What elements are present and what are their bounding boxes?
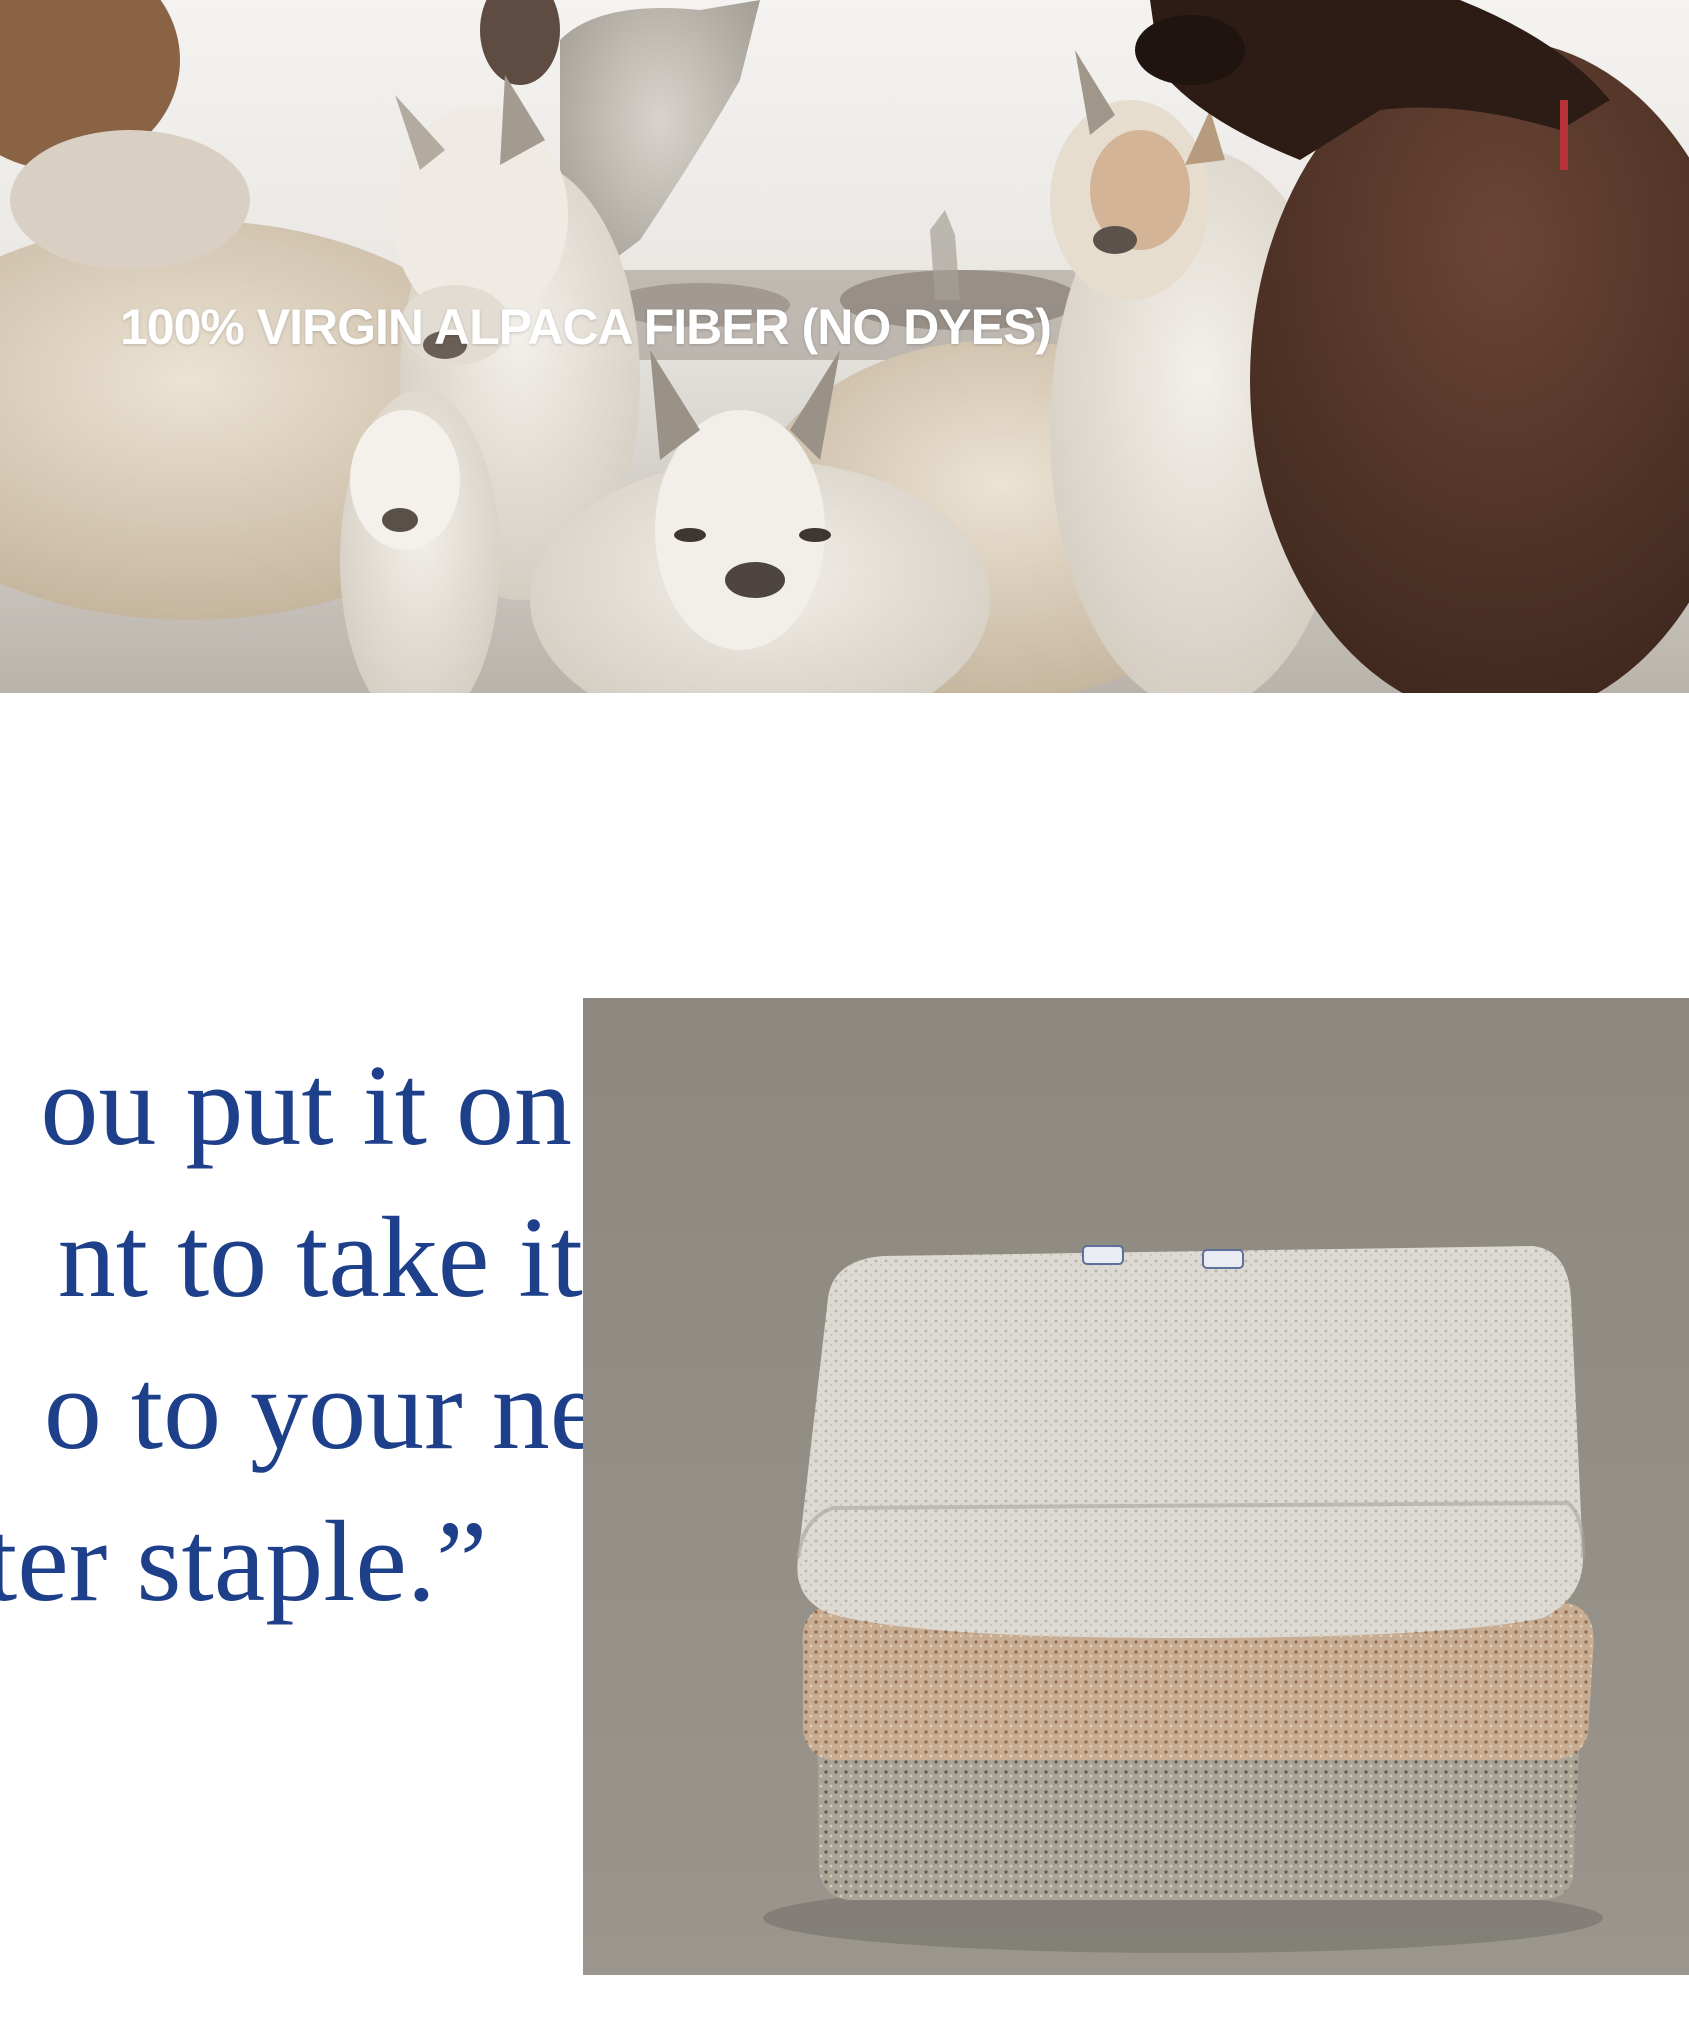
product-image	[583, 998, 1689, 1975]
folded-alpaca-sweaters-photo	[583, 998, 1689, 1975]
hero-banner: 100% VIRGIN ALPACA FIBER (NO DYES)	[0, 0, 1689, 693]
page: 100% VIRGIN ALPACA FIBER (NO DYES) ou pu…	[0, 0, 1689, 2020]
hero-caption: 100% VIRGIN ALPACA FIBER (NO DYES)	[120, 299, 1052, 355]
